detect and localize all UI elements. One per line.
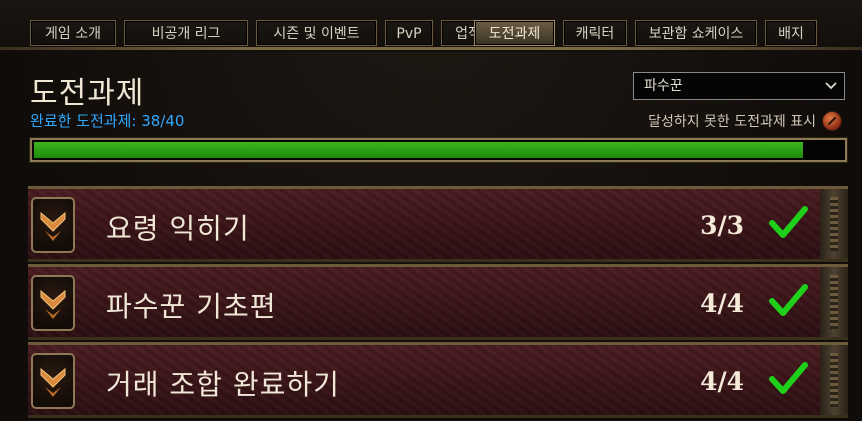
chevron-emblem-icon [31, 197, 75, 253]
tab-bar: 게임 소개 비공개 리그 시즌 및 이벤트 PvP 업적 도전과제 캐릭터 보관… [0, 0, 862, 52]
tab-pvp[interactable]: PvP [385, 20, 433, 46]
challenge-count: 4/4 [700, 367, 744, 396]
chevron-down-icon [825, 82, 837, 90]
challenge-count: 3/3 [700, 211, 744, 240]
class-select-dropdown[interactable]: 파수꾼 [633, 72, 845, 100]
row-frame-edge [820, 267, 848, 337]
challenge-row[interactable]: 파수꾼 기초편 4/4 [28, 264, 848, 340]
challenge-count: 4/4 [700, 289, 744, 318]
tab-game-intro[interactable]: 게임 소개 [30, 20, 116, 46]
completed-count-label: 완료한 도전과제: 38/40 [30, 112, 185, 130]
row-frame-edge [820, 189, 848, 259]
checkmark-icon [769, 206, 808, 238]
page-title: 도전과제 [30, 76, 145, 111]
challenge-list: 요령 익히기 3/3 파수꾼 기초편 4/4 거래 조합 완료하기 4/4 [28, 186, 848, 421]
challenge-name: 요령 익히기 [106, 212, 250, 245]
challenge-name: 파수꾼 기초편 [106, 290, 277, 323]
show-incomplete-toggle[interactable]: 달성하지 못한 도전과제 표시 [648, 110, 842, 132]
class-select-value: 파수꾼 [644, 78, 683, 94]
tab-divider [0, 47, 862, 50]
tab-seasons-events[interactable]: 시즌 및 이벤트 [256, 20, 377, 46]
challenges-page: 게임 소개 비공개 리그 시즌 및 이벤트 PvP 업적 도전과제 캐릭터 보관… [0, 0, 862, 421]
progress-bar [30, 138, 847, 162]
challenge-row[interactable]: 거래 조합 완료하기 4/4 [28, 342, 848, 418]
tab-badges[interactable]: 배지 [765, 20, 817, 46]
tab-private-league[interactable]: 비공개 리그 [124, 20, 248, 46]
checkmark-icon [769, 362, 808, 394]
challenge-row[interactable]: 요령 익히기 3/3 [28, 186, 848, 262]
challenge-name: 거래 조합 완료하기 [106, 368, 340, 401]
progress-bar-fill [34, 142, 803, 158]
checkmark-icon [769, 284, 808, 316]
toggle-circle-icon[interactable] [822, 111, 842, 131]
tab-characters[interactable]: 캐릭터 [563, 20, 627, 46]
show-incomplete-label: 달성하지 못한 도전과제 표시 [648, 114, 816, 130]
chevron-emblem-icon [31, 353, 75, 409]
chevron-emblem-icon [31, 275, 75, 331]
tab-challenges[interactable]: 도전과제 [474, 20, 555, 46]
tab-stash-showcase[interactable]: 보관함 쇼케이스 [635, 20, 757, 46]
row-frame-edge [820, 345, 848, 415]
